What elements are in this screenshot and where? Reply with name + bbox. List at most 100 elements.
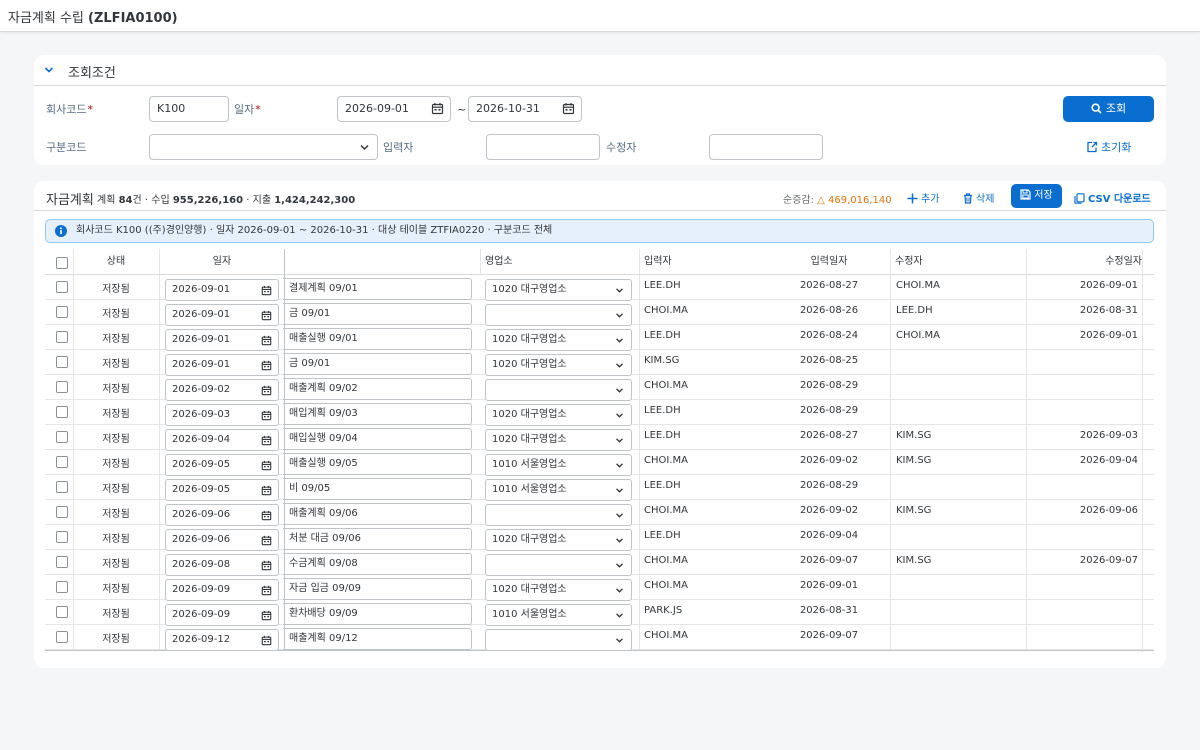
row-checkbox[interactable] xyxy=(56,581,68,593)
row-branch-select[interactable] xyxy=(485,379,632,401)
calendar-icon[interactable] xyxy=(261,435,272,446)
row-description-input[interactable]: 매출계획 09/06 xyxy=(283,503,472,525)
row-date-input[interactable]: 2026-09-01 xyxy=(165,304,279,326)
row-description-input[interactable]: 금 09/01 xyxy=(283,303,472,325)
row-date-input[interactable]: 2026-09-08 xyxy=(165,554,279,576)
calendar-icon[interactable] xyxy=(261,310,272,321)
row-date-input[interactable]: 2026-09-01 xyxy=(165,279,279,301)
calendar-icon[interactable] xyxy=(562,102,575,115)
row-date-input[interactable]: 2026-09-09 xyxy=(165,579,279,601)
calendar-icon[interactable] xyxy=(261,360,272,371)
table-row[interactable]: 저장됨 2026-09-01 결제계획 09/01 1020 대구영업소 LEE.DH 2… xyxy=(45,275,1154,301)
table-row[interactable]: 저장됨 2026-09-01 금 09/01 CHOI.MA 2026-08-26 LEE… xyxy=(45,300,1154,326)
row-description-input[interactable]: 매입계획 09/03 xyxy=(283,403,472,425)
table-row[interactable]: 저장됨 2026-09-09 자금 입금 09/09 1020 대구영업소 CHOI.M… xyxy=(45,575,1154,601)
row-branch-select[interactable] xyxy=(485,504,632,526)
calendar-icon[interactable] xyxy=(261,560,272,571)
col-branch[interactable]: 영업소 xyxy=(485,249,635,275)
col-creator[interactable]: 입력자 xyxy=(644,249,764,275)
col-date[interactable]: 일자 xyxy=(159,249,285,275)
table-row[interactable]: 저장됨 2026-09-06 처분 대금 09/06 1020 대구영업소 LEE.DH… xyxy=(45,525,1154,551)
row-branch-select[interactable]: 1020 대구영업소 xyxy=(485,329,632,351)
date-to-input[interactable]: 2026-10-31 xyxy=(468,96,582,122)
calendar-icon[interactable] xyxy=(261,460,272,471)
row-branch-select[interactable]: 1010 서울영업소 xyxy=(485,604,632,626)
row-checkbox[interactable] xyxy=(56,631,68,643)
row-description-input[interactable]: 매출실행 09/05 xyxy=(283,453,472,475)
row-description-input[interactable]: 수금계획 09/08 xyxy=(283,553,472,575)
row-date-input[interactable]: 2026-09-03 xyxy=(165,404,279,426)
row-checkbox[interactable] xyxy=(56,556,68,568)
calendar-icon[interactable] xyxy=(261,535,272,546)
row-description-input[interactable]: 비 09/05 xyxy=(283,478,472,500)
table-row[interactable]: 저장됨 2026-09-05 매출실행 09/05 1010 서울영업소 CHOI.MA… xyxy=(45,450,1154,476)
row-branch-select[interactable]: 1020 대구영업소 xyxy=(485,429,632,451)
row-branch-select[interactable]: 1020 대구영업소 xyxy=(485,404,632,426)
save-button[interactable]: 저장 xyxy=(1011,184,1062,208)
row-date-input[interactable]: 2026-09-09 xyxy=(165,604,279,626)
type-code-select[interactable] xyxy=(149,134,378,160)
creator-input[interactable] xyxy=(486,134,600,160)
table-row[interactable]: 저장됨 2026-09-04 매입실행 09/04 1020 대구영업소 LEE.DH 2… xyxy=(45,425,1154,451)
row-description-input[interactable]: 매출실행 09/01 xyxy=(283,328,472,350)
table-row[interactable]: 저장됨 2026-09-08 수금계획 09/08 CHOI.MA 2026-09-07… xyxy=(45,550,1154,576)
row-branch-select[interactable] xyxy=(485,554,632,576)
row-branch-select[interactable] xyxy=(485,629,632,651)
add-button[interactable]: 추가 xyxy=(907,190,939,205)
row-checkbox[interactable] xyxy=(56,381,68,393)
row-date-input[interactable]: 2026-09-05 xyxy=(165,454,279,476)
calendar-icon[interactable] xyxy=(261,410,272,421)
row-branch-select[interactable]: 1010 서울영업소 xyxy=(485,454,632,476)
row-branch-select[interactable]: 1020 대구영업소 xyxy=(485,529,632,551)
calendar-icon[interactable] xyxy=(431,102,444,115)
company-code-input[interactable]: K100 xyxy=(149,96,229,122)
calendar-icon[interactable] xyxy=(261,485,272,496)
table-row[interactable]: 저장됨 2026-09-01 금 09/01 1020 대구영업소 KIM.SG 2026… xyxy=(45,350,1154,376)
delete-button[interactable]: 삭제 xyxy=(963,190,994,205)
col-description[interactable] xyxy=(285,249,480,275)
col-modified-date[interactable]: 수정일자 xyxy=(1027,249,1142,275)
table-row[interactable]: 저장됨 2026-09-05 비 09/05 1010 서울영업소 LEE.DH 2026… xyxy=(45,475,1154,501)
chevron-down-icon[interactable] xyxy=(44,65,54,75)
row-checkbox[interactable] xyxy=(56,431,68,443)
row-checkbox[interactable] xyxy=(56,606,68,618)
row-date-input[interactable]: 2026-09-06 xyxy=(165,504,279,526)
row-checkbox[interactable] xyxy=(56,531,68,543)
row-date-input[interactable]: 2026-09-05 xyxy=(165,479,279,501)
calendar-icon[interactable] xyxy=(261,610,272,621)
row-branch-select[interactable]: 1020 대구영업소 xyxy=(485,579,632,601)
row-date-input[interactable]: 2026-09-04 xyxy=(165,429,279,451)
row-checkbox[interactable] xyxy=(56,406,68,418)
col-created-date[interactable]: 입력일자 xyxy=(768,249,890,275)
csv-download-button[interactable]: CSV 다운로드 xyxy=(1074,190,1151,205)
search-button[interactable]: 조회 xyxy=(1063,96,1154,122)
row-date-input[interactable]: 2026-09-01 xyxy=(165,354,279,376)
date-from-input[interactable]: 2026-09-01 xyxy=(337,96,451,122)
row-checkbox[interactable] xyxy=(56,506,68,518)
row-description-input[interactable]: 매입실행 09/04 xyxy=(283,428,472,450)
table-row[interactable]: 저장됨 2026-09-02 매출계획 09/02 CHOI.MA 2026-08-29 xyxy=(45,375,1154,401)
calendar-icon[interactable] xyxy=(261,510,272,521)
calendar-icon[interactable] xyxy=(261,635,272,646)
select-all-checkbox[interactable] xyxy=(56,257,68,269)
table-row[interactable]: 저장됨 2026-09-01 매출실행 09/01 1020 대구영업소 LEE.DH 2… xyxy=(45,325,1154,351)
row-checkbox[interactable] xyxy=(56,306,68,318)
row-checkbox[interactable] xyxy=(56,281,68,293)
row-checkbox[interactable] xyxy=(56,331,68,343)
modifier-input[interactable] xyxy=(709,134,823,160)
row-description-input[interactable]: 환차배당 09/09 xyxy=(283,603,472,625)
row-checkbox[interactable] xyxy=(56,456,68,468)
calendar-icon[interactable] xyxy=(261,585,272,596)
row-branch-select[interactable] xyxy=(485,304,632,326)
row-date-input[interactable]: 2026-09-12 xyxy=(165,629,279,651)
table-row[interactable]: 저장됨 2026-09-12 매출계획 09/12 CHOI.MA 2026-09-07 xyxy=(45,625,1154,651)
row-checkbox[interactable] xyxy=(56,356,68,368)
row-checkbox[interactable] xyxy=(56,481,68,493)
col-status[interactable]: 상태 xyxy=(73,249,159,275)
row-date-input[interactable]: 2026-09-06 xyxy=(165,529,279,551)
reset-button[interactable]: 초기화 xyxy=(1086,139,1131,155)
row-description-input[interactable]: 결제계획 09/01 xyxy=(283,278,472,300)
row-description-input[interactable]: 처분 대금 09/06 xyxy=(283,528,472,550)
row-description-input[interactable]: 매출계획 09/12 xyxy=(283,628,472,650)
row-branch-select[interactable]: 1010 서울영업소 xyxy=(485,479,632,501)
